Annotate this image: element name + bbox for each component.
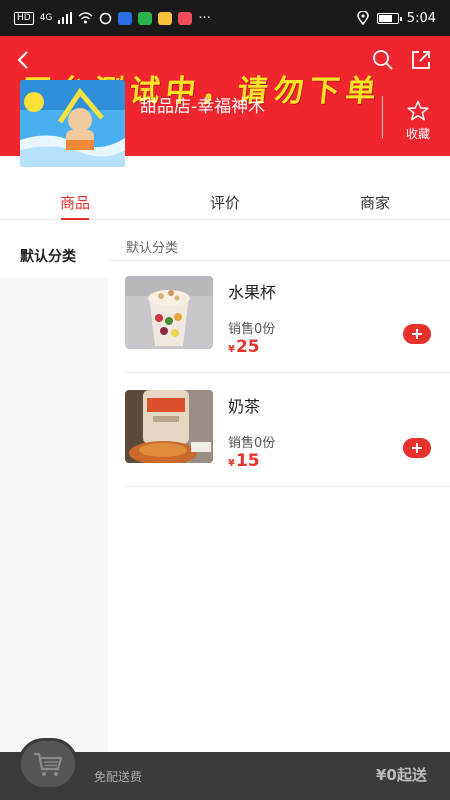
tab-label: 商品 — [59, 194, 90, 212]
signal-icon — [58, 12, 73, 24]
sync-icon — [100, 12, 112, 24]
delivery-fee-text: 免配送费 — [94, 770, 143, 784]
app-icon-2 — [158, 11, 173, 25]
min-order-text: ¥0起送 — [376, 766, 427, 784]
plus-icon — [412, 329, 422, 339]
wifi-icon — [78, 12, 93, 24]
product-name: 奶茶 — [228, 397, 261, 416]
tab-merchant[interactable]: 商家 — [300, 176, 450, 219]
tab-label: 商家 — [359, 194, 390, 212]
add-to-cart-button[interactable] — [403, 324, 431, 344]
battery-icon — [376, 12, 402, 24]
app-icon-1 — [118, 11, 133, 25]
status-bar: HD 4G ··· 5:04 — [0, 0, 450, 36]
hd-badge: HD — [14, 11, 34, 25]
cart-icon — [34, 752, 63, 776]
tab-products[interactable]: 商品 — [0, 176, 150, 220]
favorite-label: 收藏 — [405, 127, 430, 141]
product-price: ¥15 — [228, 451, 260, 471]
product-item[interactable]: 奶茶 销售0份 ¥15 — [125, 375, 450, 487]
product-item[interactable]: 水果杯 销售0份 ¥25 — [125, 261, 450, 373]
status-left: HD 4G ··· — [14, 11, 211, 26]
share-icon[interactable] — [410, 49, 432, 71]
price-value: 25 — [235, 337, 260, 357]
product-divider — [125, 486, 450, 487]
signal-label: 4G — [39, 13, 53, 23]
section-title: 默认分类 — [126, 241, 179, 256]
product-name: 水果杯 — [228, 283, 277, 302]
product-image-fruit-cup — [125, 276, 213, 349]
product-price: ¥25 — [228, 337, 260, 357]
store-name: 甜品店-幸福神木 — [140, 97, 266, 117]
app-icon-3 — [178, 11, 193, 25]
wechat-icon — [138, 11, 153, 25]
plus-icon — [412, 443, 422, 453]
tab-reviews[interactable]: 评价 — [150, 176, 300, 219]
clock: 5:04 — [406, 10, 436, 26]
header-divider — [382, 96, 383, 138]
store-logo — [20, 80, 125, 167]
more-notifications: ··· — [198, 10, 211, 26]
category-sidebar: 默认分类 — [0, 220, 108, 752]
location-icon — [357, 11, 369, 25]
product-image-milk-tea — [125, 390, 213, 463]
add-to-cart-button[interactable] — [403, 438, 431, 458]
status-right: 5:04 — [357, 11, 436, 26]
favorite-button[interactable]: 收藏 — [396, 100, 440, 142]
currency-symbol: ¥ — [228, 344, 235, 355]
cart-button[interactable] — [18, 738, 78, 790]
currency-symbol: ¥ — [228, 458, 235, 469]
category-item-default[interactable]: 默认分类 — [0, 220, 108, 278]
product-sales: 销售0份 — [228, 322, 276, 337]
star-icon — [407, 100, 429, 121]
store-header: 平台测试中，请勿下单 甜品店-幸福神木 收藏 — [0, 36, 450, 167]
tab-label: 评价 — [209, 194, 240, 212]
store-tabs: 商品 评价 商家 — [0, 176, 450, 220]
price-value: 15 — [235, 451, 260, 471]
product-sales: 销售0份 — [228, 436, 276, 451]
product-divider — [125, 372, 450, 373]
